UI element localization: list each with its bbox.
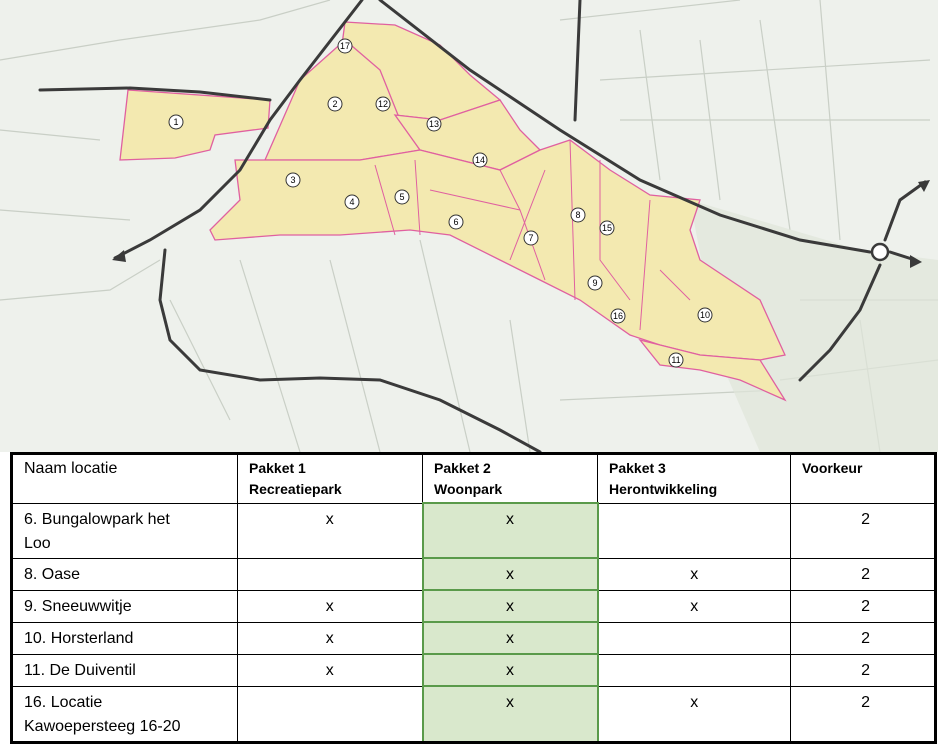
table-row: 10. Horsterland x x 2 bbox=[11, 621, 936, 655]
cell-pakket-3: x bbox=[597, 685, 791, 743]
cell-pakket-2: x bbox=[421, 685, 599, 743]
cell-pakket-2: x bbox=[421, 621, 599, 655]
header-pakket-3: Pakket 3 Herontwikkeling bbox=[597, 452, 791, 504]
zone-marker: 7 bbox=[523, 230, 539, 246]
svg-text:15: 15 bbox=[602, 223, 612, 233]
cell-pakket-3: x bbox=[597, 589, 791, 623]
cell-name: 11. De Duiventil bbox=[11, 653, 238, 687]
location-table-wrap: Naam locatie Pakket 1 Recreatiepark Pakke… bbox=[10, 452, 937, 744]
svg-text:7: 7 bbox=[528, 233, 533, 243]
cell-name: 6. Bungalowpark het Loo bbox=[11, 502, 238, 559]
table-row: 11. De Duiventil x x 2 bbox=[11, 653, 936, 687]
cell-voorkeur: 2 bbox=[790, 685, 936, 743]
zone-marker: 14 bbox=[472, 152, 488, 168]
table-row: 8. Oase x x 2 bbox=[11, 557, 936, 591]
zone-marker: 12 bbox=[375, 96, 391, 112]
cell-pakket-1: x bbox=[237, 621, 423, 655]
svg-text:10: 10 bbox=[700, 310, 710, 320]
svg-text:4: 4 bbox=[349, 197, 354, 207]
zone-marker: 13 bbox=[426, 116, 442, 132]
zone-marker: 6 bbox=[448, 214, 464, 230]
svg-text:5: 5 bbox=[399, 192, 404, 202]
table-header-row: Naam locatie Pakket 1 Recreatiepark Pakke… bbox=[11, 452, 936, 504]
zone-marker: 10 bbox=[697, 307, 713, 323]
cell-voorkeur: 2 bbox=[790, 502, 936, 559]
zone-marker: 17 bbox=[337, 38, 353, 54]
cell-voorkeur: 2 bbox=[790, 653, 936, 687]
cell-voorkeur: 2 bbox=[790, 557, 936, 591]
cell-pakket-1: x bbox=[237, 653, 423, 687]
cell-pakket-3 bbox=[597, 502, 791, 559]
svg-text:1: 1 bbox=[173, 117, 178, 127]
cell-pakket-3 bbox=[597, 653, 791, 687]
cell-pakket-2: x bbox=[421, 589, 599, 623]
zone-marker: 9 bbox=[587, 275, 603, 291]
svg-text:9: 9 bbox=[592, 278, 597, 288]
cell-voorkeur: 2 bbox=[790, 589, 936, 623]
header-name-col: Naam locatie bbox=[11, 452, 238, 504]
cell-pakket-2: x bbox=[421, 653, 599, 687]
header-pakket-1: Pakket 1 Recreatiepark bbox=[237, 452, 423, 504]
cell-name: 10. Horsterland bbox=[11, 621, 238, 655]
cell-name: 16. Locatie Kawoepersteeg 16-20 bbox=[11, 685, 238, 743]
zone-marker: 15 bbox=[599, 220, 615, 236]
cell-name: 8. Oase bbox=[11, 557, 238, 591]
svg-text:11: 11 bbox=[671, 355, 680, 365]
table-row: 9. Sneeuwwitje x x x 2 bbox=[11, 589, 936, 623]
svg-text:16: 16 bbox=[613, 311, 623, 321]
zone-marker: 16 bbox=[610, 308, 626, 324]
zone-marker: 8 bbox=[570, 207, 586, 223]
svg-text:8: 8 bbox=[575, 210, 580, 220]
zone-marker: 11 bbox=[668, 352, 684, 368]
cell-pakket-1: x bbox=[237, 502, 423, 559]
table-row: 6. Bungalowpark het Loo x x 2 bbox=[11, 502, 936, 559]
cell-pakket-3: x bbox=[597, 557, 791, 591]
header-pakket-2: Pakket 2 Woonpark bbox=[422, 452, 598, 504]
svg-text:14: 14 bbox=[475, 155, 485, 165]
zone-marker: 3 bbox=[285, 172, 301, 188]
cell-pakket-2: x bbox=[421, 502, 599, 559]
cell-pakket-1: x bbox=[237, 589, 423, 623]
svg-text:2: 2 bbox=[332, 99, 337, 109]
svg-text:6: 6 bbox=[453, 217, 458, 227]
cell-pakket-1 bbox=[237, 557, 423, 591]
svg-text:3: 3 bbox=[290, 175, 295, 185]
zone-marker: 1 bbox=[168, 114, 184, 130]
location-map: 1 2 3 4 5 6 7 8 9 10 11 12 13 14 15 16 1… bbox=[0, 0, 938, 452]
svg-text:13: 13 bbox=[429, 119, 439, 129]
cell-voorkeur: 2 bbox=[790, 621, 936, 655]
svg-text:12: 12 bbox=[378, 99, 388, 109]
svg-text:17: 17 bbox=[340, 41, 350, 51]
cell-name: 9. Sneeuwwitje bbox=[11, 589, 238, 623]
zone-marker: 4 bbox=[344, 194, 360, 210]
cell-pakket-1 bbox=[237, 685, 423, 743]
table-row: 16. Locatie Kawoepersteeg 16-20 x x 2 bbox=[11, 685, 936, 743]
header-voorkeur: Voorkeur bbox=[790, 452, 936, 504]
zone-marker: 5 bbox=[394, 189, 410, 205]
zone-marker: 2 bbox=[327, 96, 343, 112]
cell-pakket-3 bbox=[597, 621, 791, 655]
location-table: Naam locatie Pakket 1 Recreatiepark Pakke… bbox=[10, 452, 937, 744]
cell-pakket-2: x bbox=[421, 557, 599, 591]
